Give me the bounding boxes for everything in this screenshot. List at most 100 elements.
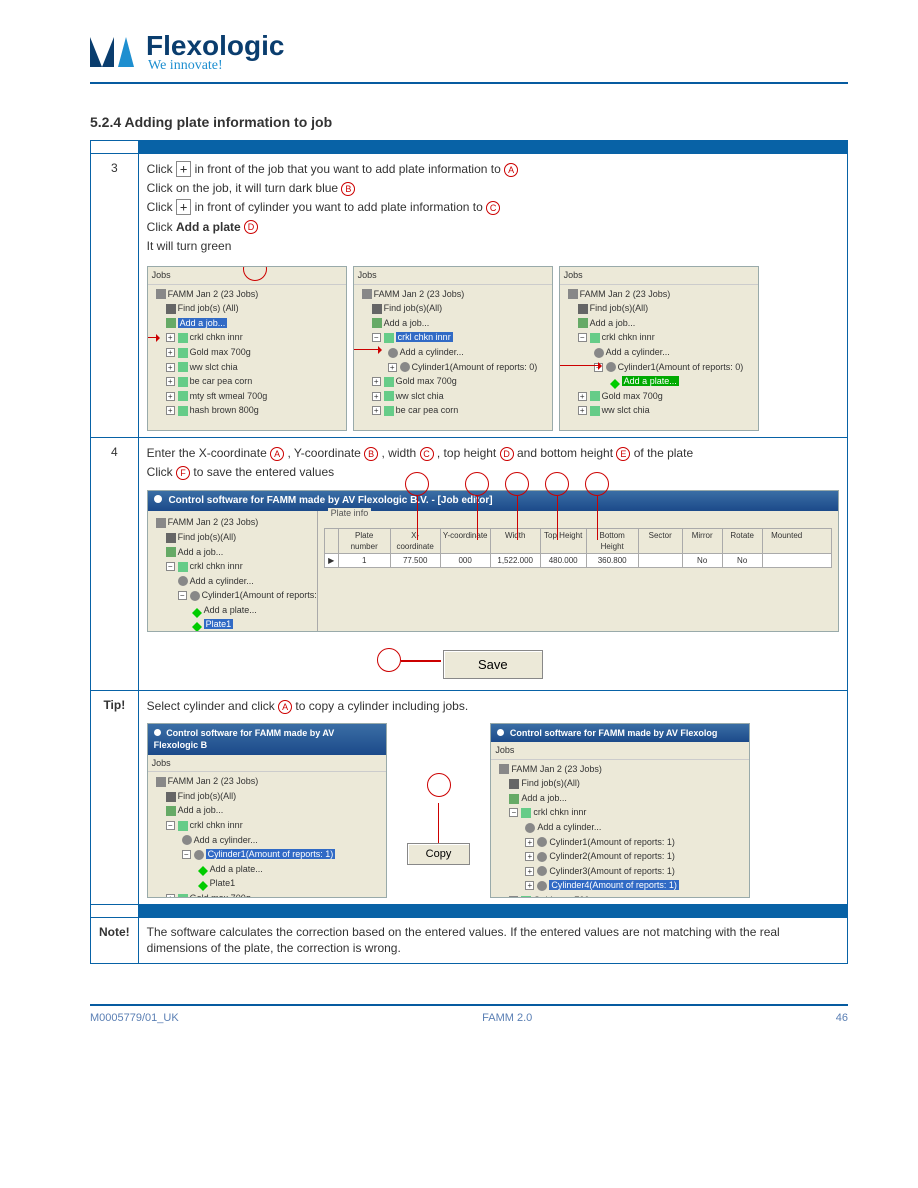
tree-root[interactable]: FAMM Jan 2 (23 Jobs) [580,289,671,299]
tree-addcyl[interactable]: Add a cylinder... [190,576,254,586]
copy-button[interactable]: Copy [407,843,471,865]
tree-addplate[interactable]: Add a plate... [210,864,263,874]
tree-item[interactable]: Gold max 700g [190,893,251,897]
tree-root[interactable]: FAMM Jan 2 (23 Jobs) [168,289,259,299]
tree-item[interactable]: crkl chkn innr [190,820,243,830]
tree-addplate[interactable]: Add a plate... [204,605,257,615]
expand-box[interactable]: − [578,333,587,342]
tree-find[interactable]: Find job(s)(All) [384,303,443,313]
marker-circle [585,472,609,496]
expand-box[interactable]: + [372,377,381,386]
tree-plate[interactable]: Plate1 [210,878,236,888]
tree-item[interactable]: crkl chkn innr [190,561,243,571]
tree-addcyl[interactable]: Add a cylinder... [194,835,258,845]
marker: A [504,163,518,177]
tree-item[interactable]: mty sft wmeal 700g [190,391,268,401]
tree-cyl[interactable]: Cylinder1(Amount of reports: 0) [618,362,744,372]
tree-addjob[interactable]: Add a job... [521,793,567,803]
tree-find[interactable]: Find job(s) (All) [178,303,239,313]
tree-item[interactable]: Gold max 700g [602,391,663,401]
expand-box[interactable]: + [578,406,587,415]
tree-item[interactable]: ww slct chia [190,362,238,372]
tree-item[interactable]: crkl chkn innr [533,807,586,817]
tree-panel-1: Jobs FAMM Jan 2 (23 Jobs) Find job(s) (A… [147,266,347,431]
tree-find[interactable]: Find job(s)(All) [590,303,649,313]
tree-item[interactable]: crkl chkn innr [190,332,243,342]
tree-cyl[interactable]: Cylinder1(Amount of reports: 0) [412,362,538,372]
tree-item[interactable]: Gold max 700g [190,347,251,357]
expand-box[interactable]: + [166,392,175,401]
logo-mark [90,37,136,67]
expand-box[interactable]: + [372,392,381,401]
tree-addjob[interactable]: Add a job... [590,318,636,328]
tree-addcyl[interactable]: Add a cylinder... [400,347,464,357]
expand-box[interactable]: + [166,348,175,357]
tree-addplate[interactable]: Add a plate... [622,376,679,386]
marker: C [420,447,434,461]
tree-item[interactable]: be car pea corn [190,376,253,386]
expand-box[interactable]: + [166,406,175,415]
tree-addcyl[interactable]: Add a cylinder... [537,822,601,832]
tree-cyl-selected[interactable]: Cylinder1(Amount of reports: 1) [206,849,336,859]
expand-box[interactable]: + [372,406,381,415]
txt: , Y-coordinate [287,446,360,460]
tree-addcyl[interactable]: Add a cylinder... [606,347,670,357]
marker: A [278,700,292,714]
grid-row[interactable]: ▶ 1 77.500 000 1,522.000 480.000 360.800… [324,554,832,568]
tree-addjob[interactable]: Add a job... [178,547,224,557]
page-footer: M0005779/01_UK FAMM 2.0 46 [90,1004,848,1024]
save-button[interactable]: Save [443,650,543,679]
txt: Enter the X-coordinate [147,446,267,460]
tree-cyl[interactable]: Cylinder3(Amount of reports: 1) [549,866,675,876]
txt: Click on the job, it will turn dark blue [147,181,338,195]
tree-cyl-selected[interactable]: Cylinder4(Amount of reports: 1) [549,880,679,890]
tree-root[interactable]: FAMM Jan 2 (23 Jobs) [511,764,602,774]
footer-center: FAMM 2.0 [482,1012,532,1024]
tree-root[interactable]: FAMM Jan 2 (23 Jobs) [168,517,259,527]
txt: in front of cylinder you want to add pla… [195,200,483,214]
expand-box[interactable]: − [372,333,381,342]
tree-item[interactable]: be car pea corn [396,405,459,415]
tree-addjob[interactable]: Add a job... [384,318,430,328]
tree-find[interactable]: Find job(s)(All) [521,778,580,788]
tree-item[interactable]: crkl chkn innr [602,332,655,342]
tree-find[interactable]: Find job(s)(All) [178,791,237,801]
plus-box: + [176,161,191,177]
txt: of the plate [634,446,693,460]
row-num [91,141,139,154]
expand-box[interactable]: + [166,363,175,372]
tip-panel-right: Control software for FAMM made by AV Fle… [490,723,750,898]
tree-item[interactable]: Gold max 700g [533,895,594,897]
marker-circle [545,472,569,496]
step-number: 4 [91,437,139,690]
panel-subtitle: Jobs [491,742,749,760]
step4-cell: Enter the X-coordinate A , Y-coordinate … [138,437,847,690]
tree-cyl[interactable]: Cylinder1(Amount of reports: 1) [549,837,675,847]
expand-box[interactable]: + [166,333,175,342]
tree-addjob[interactable]: Add a job... [178,805,224,815]
step3-cell: Click + in front of the job that you wan… [138,154,847,438]
tree-item[interactable]: Gold max 700g [396,376,457,386]
expand-box[interactable]: + [388,363,397,372]
tree-item[interactable]: ww slct chia [602,405,650,415]
tree-find[interactable]: Find job(s)(All) [178,532,237,542]
marker-circle [427,773,451,797]
tree-cyl[interactable]: Cylinder2(Amount of reports: 1) [549,851,675,861]
panel-titlebar: Control software for FAMM made by AV Fle… [148,724,386,755]
marker: F [176,466,190,480]
tree-item-selected[interactable]: crkl chkn innr [396,332,453,342]
expand-box[interactable]: + [166,377,175,386]
tree-item[interactable]: hash brown 800g [190,405,259,415]
txt: Select cylinder and click [147,699,275,713]
tree-addjob[interactable]: Add a job... [178,318,228,328]
tree-root[interactable]: FAMM Jan 2 (23 Jobs) [374,289,465,299]
expand-box[interactable]: + [578,392,587,401]
tree-plate-selected[interactable]: Plate1 [204,619,234,629]
tip-label: Tip! [91,691,139,904]
txt: Click [147,200,173,214]
tree-item[interactable]: ww slct chia [396,391,444,401]
marker: D [244,220,258,234]
tree-root[interactable]: FAMM Jan 2 (23 Jobs) [168,776,259,786]
tree-cyl[interactable]: Cylinder1(Amount of reports: 1) [202,590,318,600]
footer-right: 46 [836,1012,848,1024]
